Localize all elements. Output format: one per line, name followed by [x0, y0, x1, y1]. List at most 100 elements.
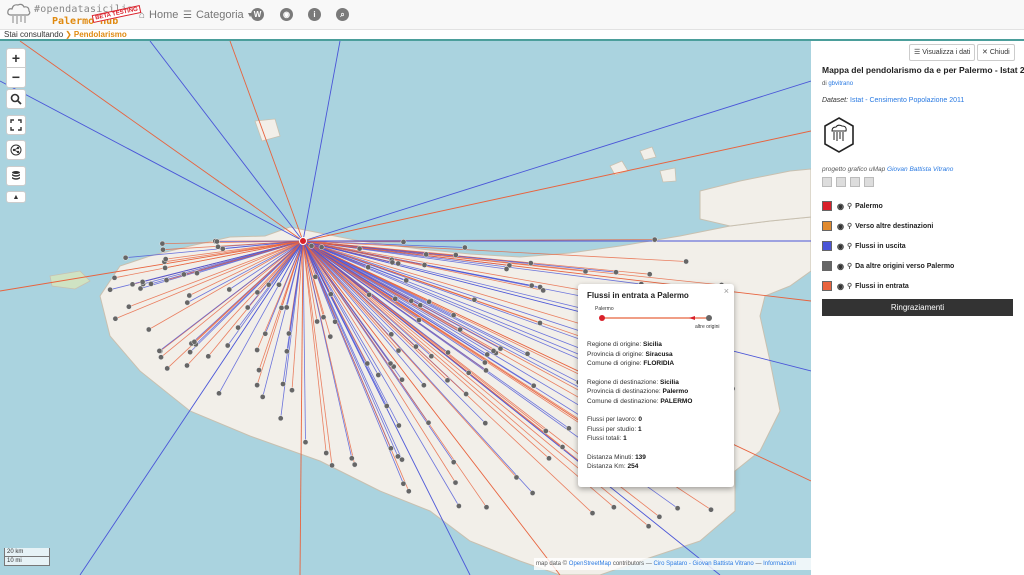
town-node[interactable]	[524, 350, 531, 357]
town-node[interactable]	[452, 479, 459, 486]
town-node[interactable]	[323, 450, 330, 456]
town-node[interactable]	[483, 504, 490, 511]
town-node[interactable]	[542, 428, 549, 434]
legend-item-altre-destinazioni[interactable]: ◉ ⚲ Verso altre destinazioni	[822, 219, 1012, 233]
town-node[interactable]	[529, 490, 536, 496]
town-node[interactable]	[215, 243, 221, 250]
town-node[interactable]	[513, 474, 520, 481]
town-node[interactable]	[457, 326, 463, 333]
town-node[interactable]	[159, 240, 166, 247]
nav-categoria[interactable]: ☰ Categoria ▼	[183, 0, 258, 30]
zoom-in-button[interactable]: +	[7, 49, 25, 68]
town-node[interactable]	[158, 354, 164, 361]
palermo-marker[interactable]	[299, 237, 307, 245]
eye-icon[interactable]: ◉	[837, 242, 844, 251]
legend-item-flussi-uscita[interactable]: ◉ ⚲ Flussi in uscita	[822, 239, 1012, 253]
town-node[interactable]	[107, 286, 113, 293]
town-node[interactable]	[408, 297, 415, 304]
town-node[interactable]	[395, 260, 402, 267]
town-node[interactable]	[348, 455, 355, 462]
flow-line[interactable]	[0, 80, 304, 242]
town-node[interactable]	[163, 277, 170, 283]
town-node[interactable]	[471, 296, 478, 303]
town-node[interactable]	[456, 503, 462, 509]
town-node[interactable]	[191, 338, 198, 345]
town-node[interactable]	[224, 342, 231, 349]
town-node[interactable]	[388, 331, 395, 338]
close-panel-button[interactable]: ✕ Chiudi	[977, 44, 1015, 61]
share-map-button[interactable]	[6, 140, 26, 160]
legend-item-palermo[interactable]: ◉ ⚲ Palermo	[822, 199, 1012, 213]
town-node[interactable]	[164, 365, 171, 372]
town-node[interactable]	[364, 360, 371, 367]
town-node[interactable]	[646, 271, 653, 278]
town-node[interactable]	[428, 353, 435, 360]
town-node[interactable]	[219, 245, 226, 252]
project-author-link[interactable]: Giovan Battista Vitrano	[887, 166, 953, 173]
town-node[interactable]	[683, 258, 689, 265]
dataset-link[interactable]: Istat - Censimento Popolazione 2011	[850, 97, 964, 104]
town-node[interactable]	[254, 289, 261, 296]
town-node[interactable]	[388, 445, 394, 452]
town-node[interactable]	[387, 360, 394, 367]
view-data-button[interactable]: ☰ Visualizza i dati	[909, 44, 976, 61]
popup-close-button[interactable]: ×	[724, 286, 729, 296]
town-node[interactable]	[351, 461, 358, 468]
zoom-to-icon[interactable]: ⚲	[847, 282, 852, 290]
town-node[interactable]	[302, 439, 309, 446]
zoom-to-icon[interactable]: ⚲	[847, 262, 852, 270]
town-node[interactable]	[139, 279, 146, 285]
town-node[interactable]	[214, 238, 220, 245]
town-node[interactable]	[320, 314, 327, 321]
zoom-to-icon[interactable]: ⚲	[847, 222, 852, 230]
town-node[interactable]	[566, 425, 572, 432]
author-link[interactable]: gbvitrano	[828, 81, 853, 87]
town-node[interactable]	[490, 348, 497, 354]
town-node[interactable]	[216, 390, 222, 397]
town-node[interactable]	[277, 415, 284, 422]
town-node[interactable]	[445, 349, 451, 356]
town-node[interactable]	[254, 382, 260, 388]
town-node[interactable]	[389, 259, 396, 266]
town-node[interactable]	[423, 251, 430, 258]
town-node[interactable]	[452, 252, 459, 258]
town-node[interactable]	[425, 419, 432, 426]
fullscreen-button[interactable]	[6, 115, 26, 135]
town-node[interactable]	[145, 326, 152, 333]
town-node[interactable]	[283, 304, 290, 311]
zoom-to-icon[interactable]: ⚲	[847, 202, 852, 210]
town-node[interactable]	[329, 462, 335, 469]
town-node[interactable]	[421, 262, 428, 268]
town-node[interactable]	[284, 348, 290, 355]
town-node[interactable]	[187, 349, 193, 355]
town-node[interactable]	[405, 488, 412, 495]
town-node[interactable]	[162, 265, 168, 271]
town-node[interactable]	[226, 286, 233, 293]
town-node[interactable]	[162, 256, 169, 262]
breadcrumb-current[interactable]: Pendolarismo	[74, 30, 127, 39]
town-node[interactable]	[254, 347, 260, 353]
map-canvas[interactable]: + − ▲ 20 km 10 mi × Flussi in entrata a …	[0, 41, 811, 575]
town-node[interactable]	[417, 302, 424, 309]
town-node[interactable]	[129, 281, 136, 288]
town-node[interactable]	[674, 505, 681, 512]
eye-icon[interactable]: ◉	[837, 202, 844, 211]
share-email-icon[interactable]	[850, 177, 860, 187]
town-node[interactable]	[546, 455, 552, 462]
flow-line[interactable]	[229, 41, 304, 242]
town-node[interactable]	[656, 513, 663, 520]
nav-home[interactable]: ⌂ Home	[139, 0, 178, 30]
town-node[interactable]	[450, 312, 457, 319]
town-node[interactable]	[383, 403, 390, 409]
flow-line[interactable]	[302, 41, 341, 242]
town-node[interactable]	[205, 353, 212, 360]
town-node[interactable]	[280, 381, 286, 387]
town-node[interactable]	[399, 376, 405, 383]
town-node[interactable]	[503, 266, 510, 272]
town-node[interactable]	[327, 333, 334, 340]
town-node[interactable]	[416, 317, 422, 323]
osm-link[interactable]: OpenStreetMap	[569, 561, 611, 567]
flow-line[interactable]	[149, 41, 304, 242]
wikipedia-icon[interactable]: W	[251, 8, 264, 21]
town-node[interactable]	[483, 367, 489, 374]
